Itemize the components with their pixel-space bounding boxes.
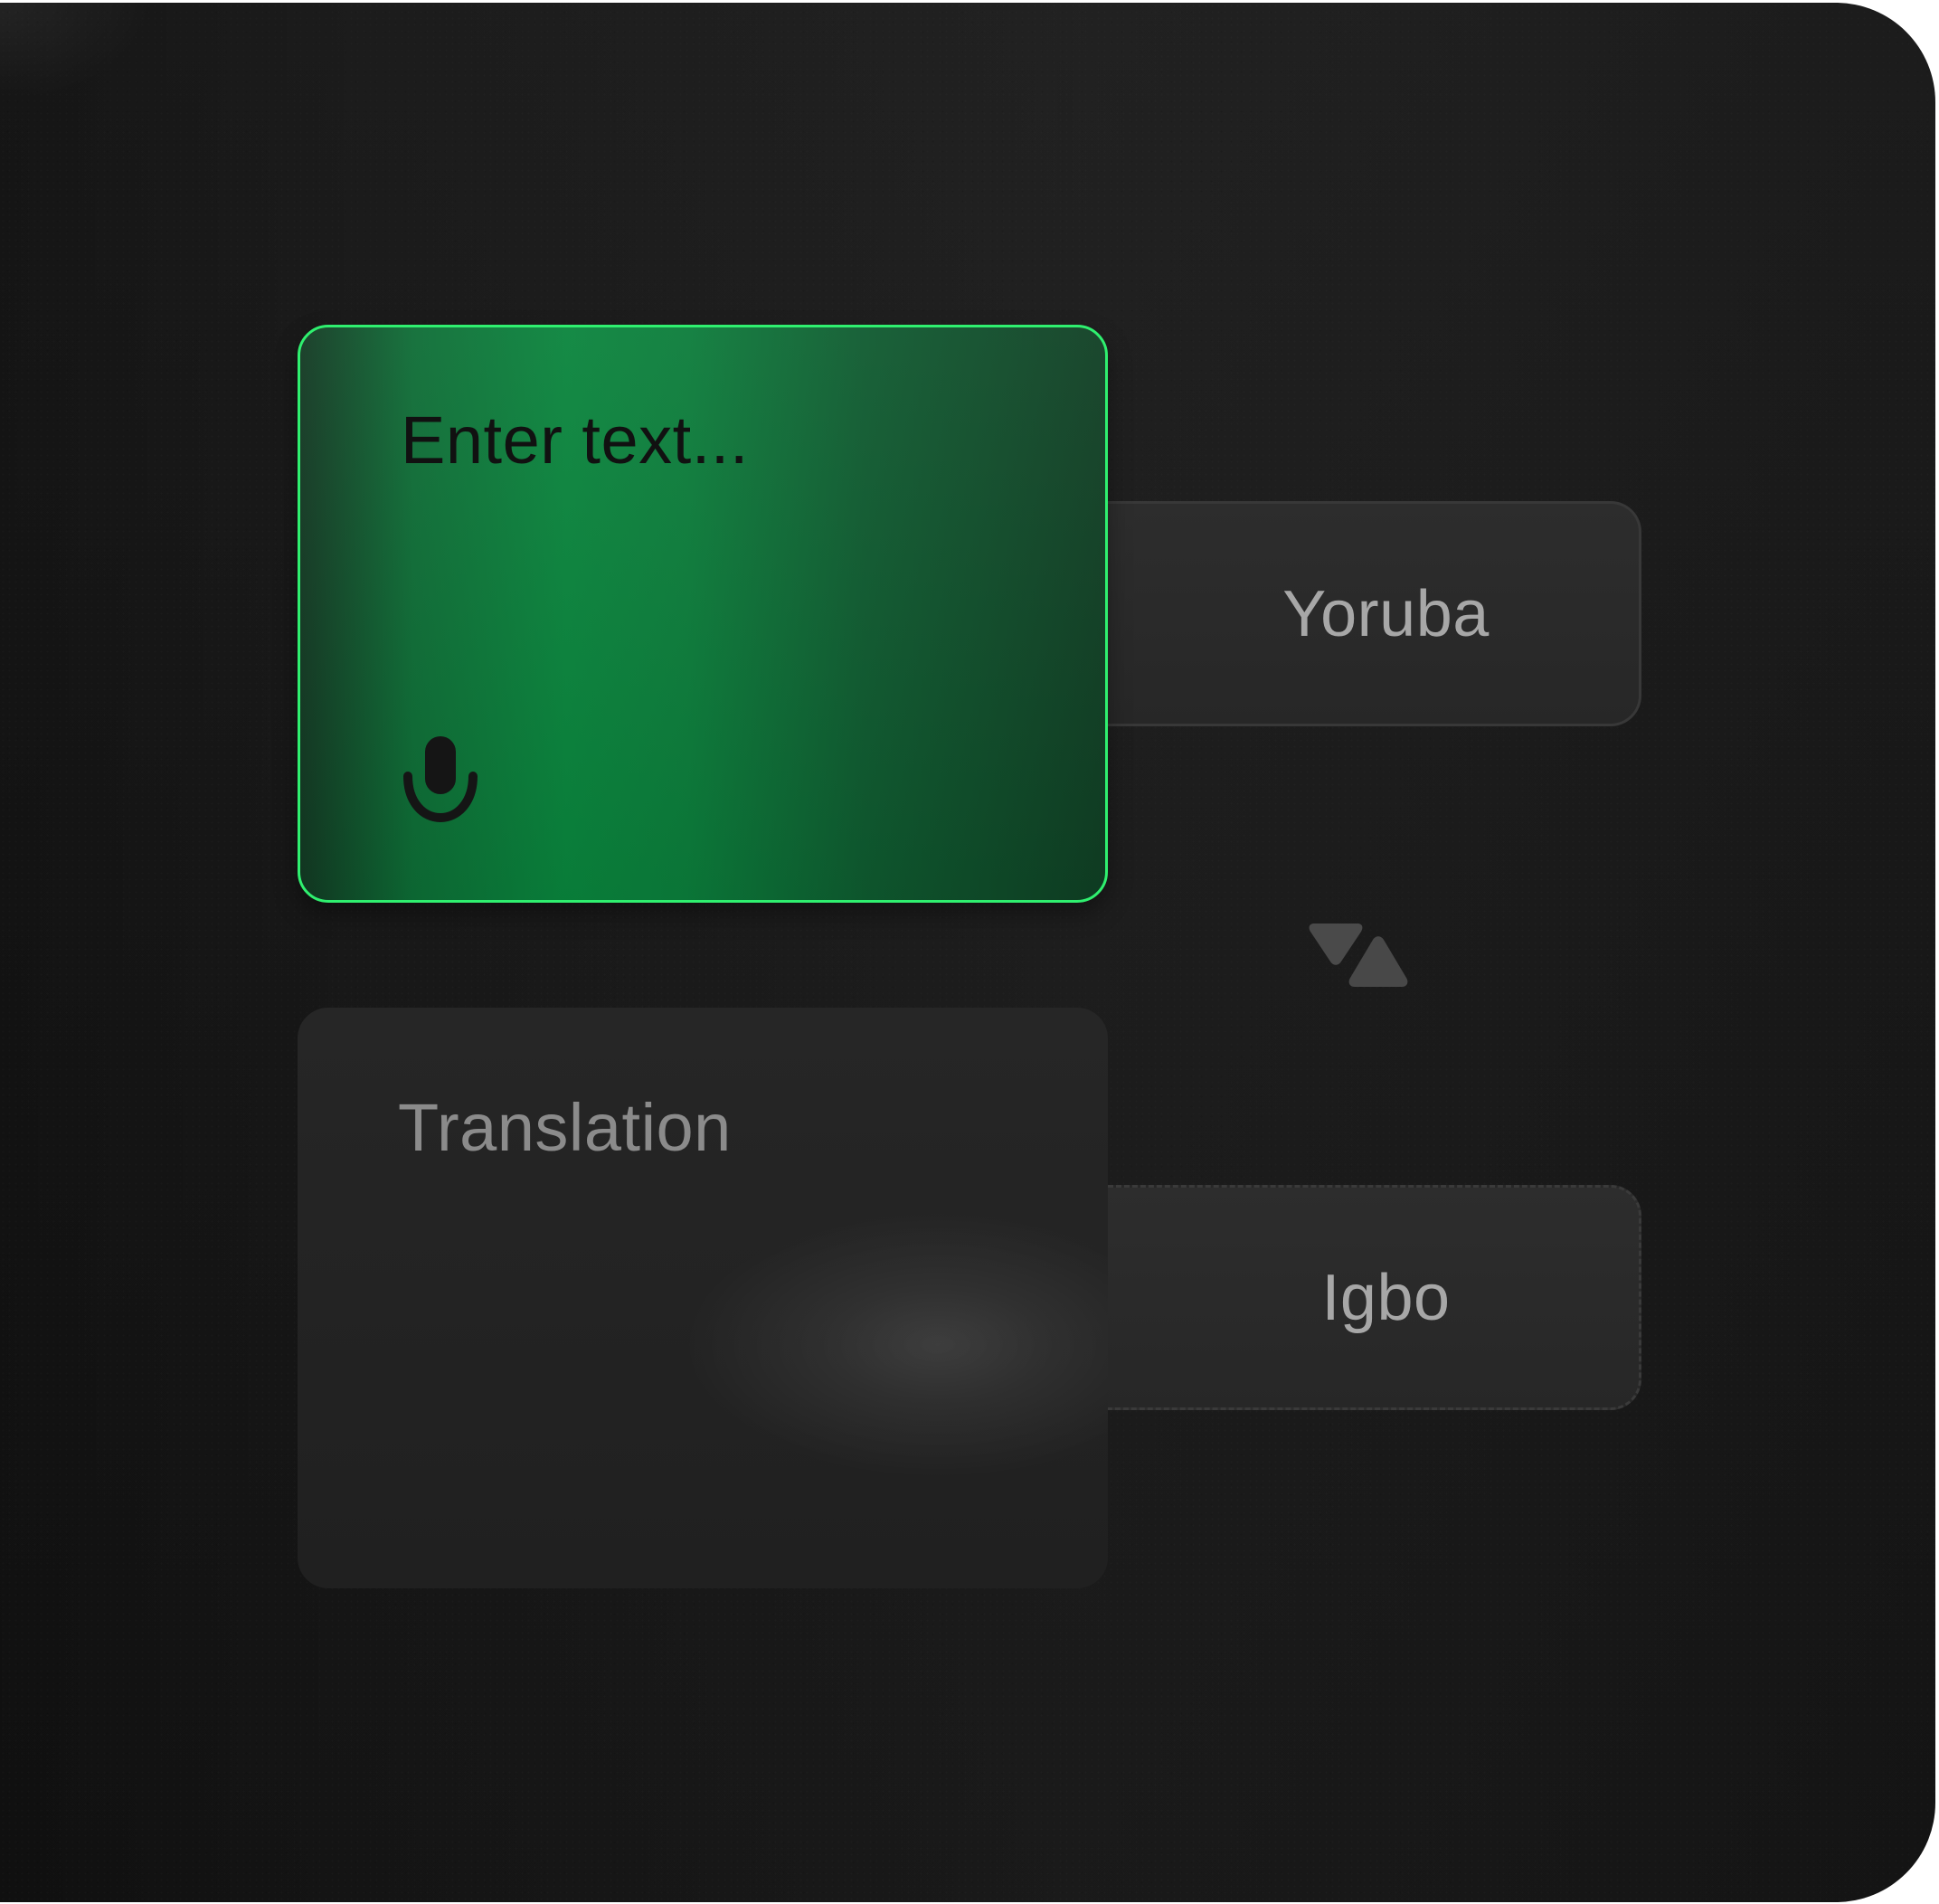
microphone-button[interactable] [399, 731, 482, 830]
target-language-selector[interactable]: Igbo [1108, 1185, 1641, 1410]
source-language-selector[interactable]: Yoruba [1108, 501, 1641, 726]
translation-placeholder-text: Translation [398, 1090, 732, 1165]
source-placeholder-text: Enter text... [401, 403, 749, 478]
translator-card: Yoruba Enter text... Igbo Translation [0, 3, 1935, 1902]
source-language-label: Yoruba [1282, 577, 1490, 650]
microphone-icon [403, 736, 478, 823]
background-texture [0, 3, 1935, 1902]
source-text-input[interactable]: Enter text... [298, 325, 1108, 903]
swap-languages-button[interactable] [1307, 918, 1423, 996]
translation-output: Translation [298, 1008, 1108, 1588]
swap-languages-icon [1309, 924, 1408, 987]
target-language-label: Igbo [1321, 1261, 1451, 1334]
